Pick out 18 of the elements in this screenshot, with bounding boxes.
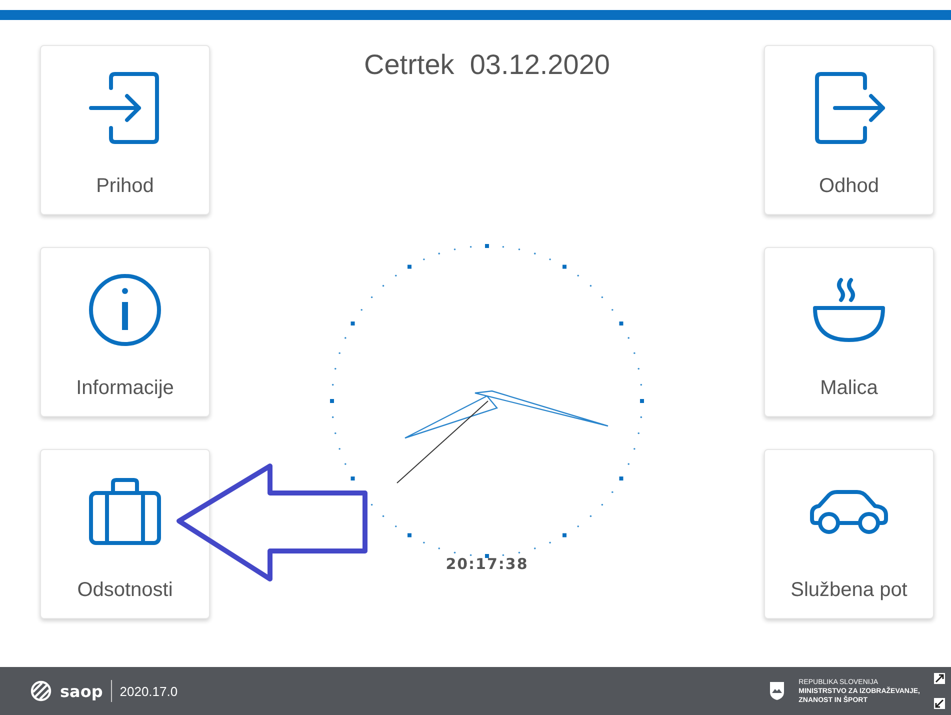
action-tile[interactable]: Odsotnosti: [40, 449, 210, 619]
brand-name: saop: [60, 682, 103, 700]
suitcase-icon: [87, 477, 163, 547]
action-tile[interactable]: Odhod: [764, 45, 934, 215]
version-label: 2020.17.0: [120, 684, 178, 698]
car-icon: [809, 489, 889, 535]
action-tile[interactable]: Malica: [764, 247, 934, 417]
info-icon: [87, 272, 163, 348]
action-tile[interactable]: Službena pot: [764, 449, 934, 619]
expand-icon[interactable]: [934, 673, 945, 684]
action-tile[interactable]: Prihod: [40, 45, 210, 215]
clock-time: 20:17:38: [446, 555, 528, 573]
date-label: Cetrtek 03.12.2020: [364, 49, 610, 81]
coat-of-arms-icon: [768, 681, 785, 701]
expand-icon[interactable]: [934, 698, 945, 709]
logo-icon: [30, 679, 52, 703]
action-tile[interactable]: Informacije: [40, 247, 210, 417]
soup-bowl-icon: [811, 276, 887, 344]
